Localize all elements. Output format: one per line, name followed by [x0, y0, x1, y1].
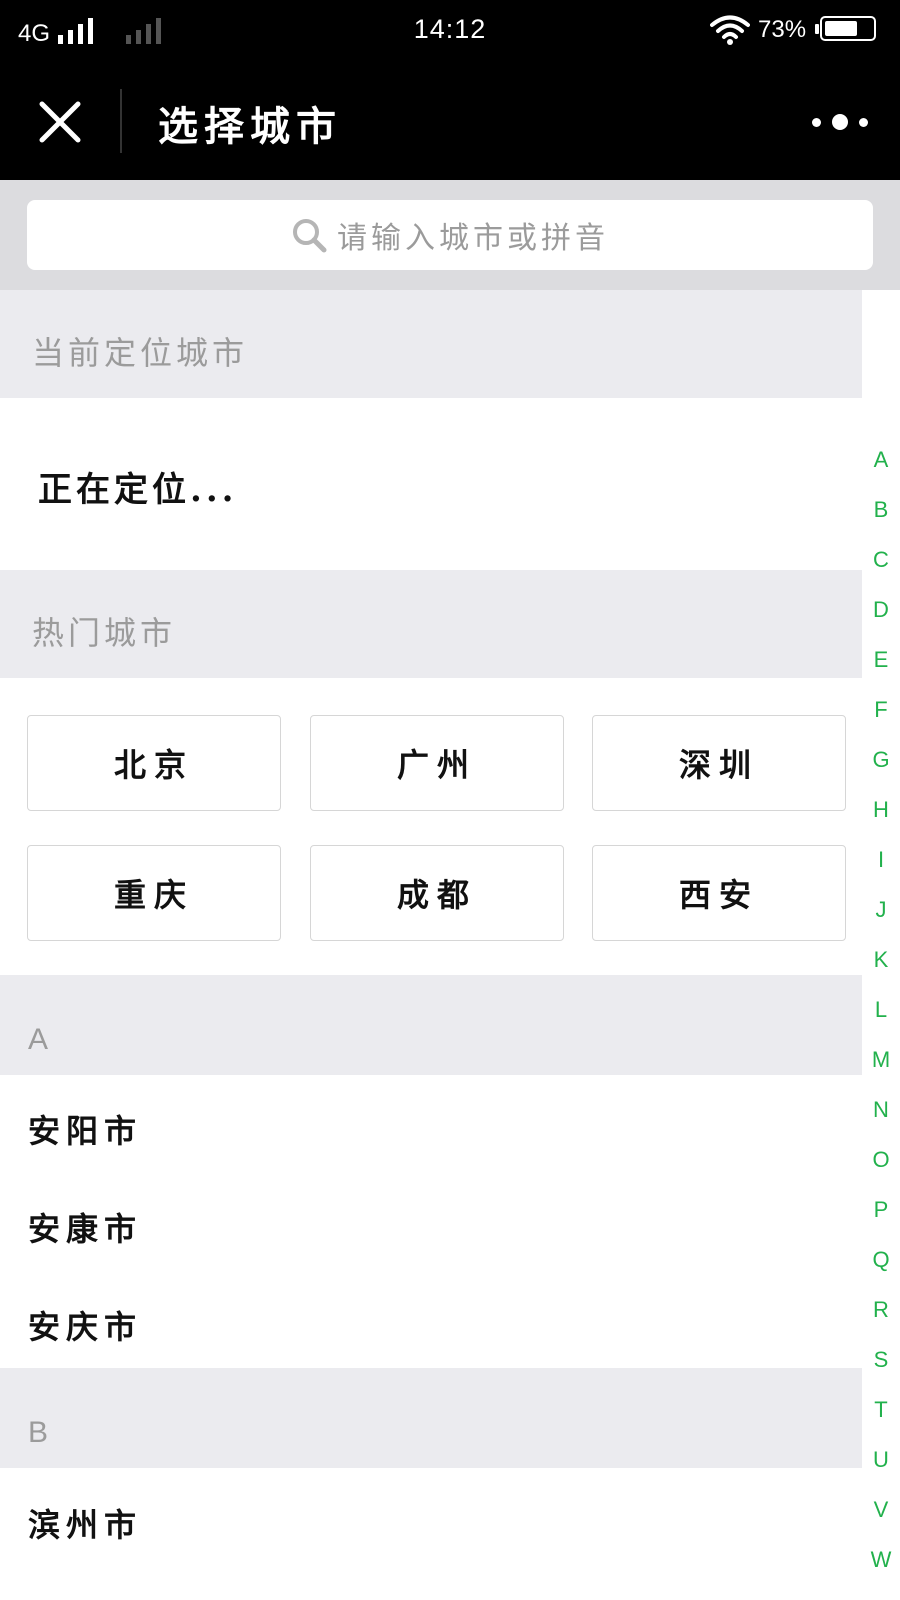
battery-tip [815, 24, 819, 34]
page-title: 选择城市 [158, 103, 342, 150]
index-letter-l[interactable]: L [862, 990, 900, 1040]
index-letter-g[interactable]: G [862, 740, 900, 790]
group-letter: B [28, 1416, 49, 1449]
index-letter-m[interactable]: M [862, 1040, 900, 1090]
index-letter-t[interactable]: T [862, 1390, 900, 1440]
index-letter-w[interactable]: W [862, 1540, 900, 1590]
index-letter-u[interactable]: U [862, 1440, 900, 1490]
locating-status[interactable]: 正在定位... [38, 462, 238, 511]
index-letter-r[interactable]: R [862, 1290, 900, 1340]
search-icon [293, 219, 327, 253]
index-letter-q[interactable]: Q [862, 1240, 900, 1290]
close-icon[interactable] [38, 100, 82, 144]
group-header-a: A [0, 975, 862, 1075]
nav-divider [120, 89, 122, 153]
hot-city-button[interactable]: 成都 [310, 845, 564, 941]
current-location-heading: 当前定位城市 [32, 334, 249, 372]
alphabet-index[interactable]: ABCDEFGHIJKLMNOPQRSTUVW [862, 440, 900, 1590]
battery-percent: 73% [758, 16, 807, 43]
index-letter-o[interactable]: O [862, 1140, 900, 1190]
index-letter-d[interactable]: D [862, 590, 900, 640]
city-list-item[interactable]: 安庆市 [28, 1302, 142, 1348]
index-letter-h[interactable]: H [862, 790, 900, 840]
current-location-header: 当前定位城市 [0, 290, 862, 398]
search-placeholder: 请输入城市或拼音 [337, 221, 609, 256]
hot-cities-header: 热门城市 [0, 570, 862, 678]
index-letter-v[interactable]: V [862, 1490, 900, 1540]
group-header-b: B [0, 1368, 862, 1468]
hot-city-button[interactable]: 西安 [592, 845, 846, 941]
city-list-item[interactable]: 滨州市 [28, 1500, 142, 1546]
navigation-bar: 选择城市 [0, 64, 900, 180]
hot-cities-heading: 热门城市 [32, 614, 177, 652]
city-list-item[interactable]: 安阳市 [28, 1106, 142, 1152]
index-letter-a[interactable]: A [862, 440, 900, 490]
search-area: 请输入城市或拼音 [0, 180, 900, 290]
search-input[interactable]: 请输入城市或拼音 [27, 200, 873, 270]
index-letter-k[interactable]: K [862, 940, 900, 990]
index-letter-p[interactable]: P [862, 1190, 900, 1240]
hot-city-button[interactable]: 重庆 [27, 845, 281, 941]
index-letter-s[interactable]: S [862, 1340, 900, 1390]
index-letter-e[interactable]: E [862, 640, 900, 690]
group-letter: A [28, 1023, 49, 1056]
index-letter-i[interactable]: I [862, 840, 900, 890]
wifi-icon [710, 15, 750, 45]
hot-city-button[interactable]: 北京 [27, 715, 281, 811]
index-letter-j[interactable]: J [862, 890, 900, 940]
index-letter-f[interactable]: F [862, 690, 900, 740]
more-icon[interactable] [812, 108, 868, 136]
index-letter-n[interactable]: N [862, 1090, 900, 1140]
city-list-item[interactable]: 安康市 [28, 1204, 142, 1250]
index-letter-c[interactable]: C [862, 540, 900, 590]
index-letter-b[interactable]: B [862, 490, 900, 540]
battery-icon [820, 16, 876, 41]
hot-city-button[interactable]: 广州 [310, 715, 564, 811]
hot-city-button[interactable]: 深圳 [592, 715, 846, 811]
status-bar: 4G 14:12 73% [0, 0, 900, 64]
